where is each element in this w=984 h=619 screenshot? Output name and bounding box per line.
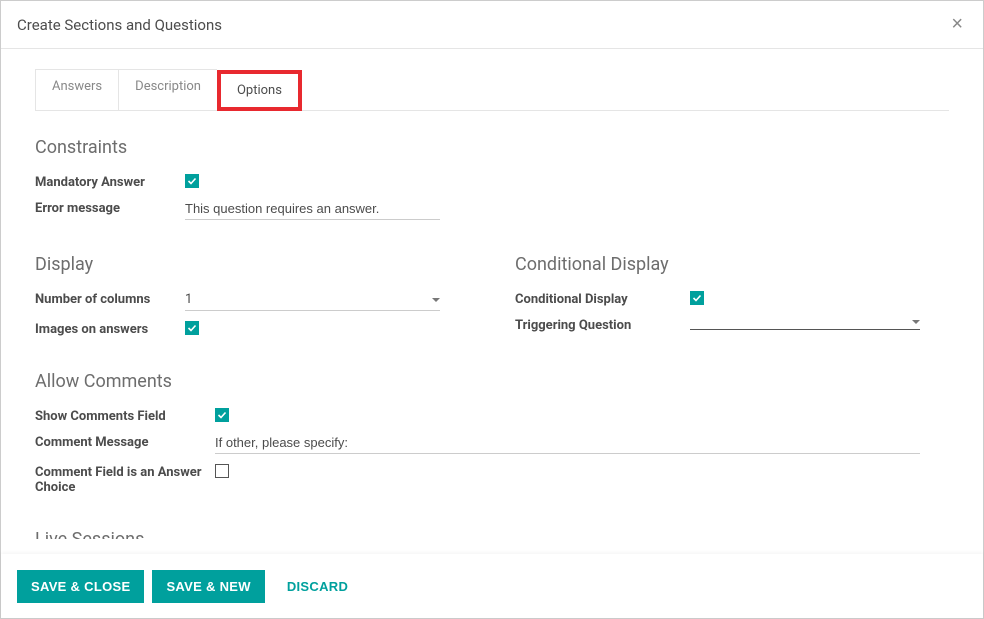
check-icon — [187, 176, 197, 186]
row-mandatory: Mandatory Answer — [35, 172, 949, 190]
select-columns-value: 1 — [185, 292, 192, 307]
control-error-message — [185, 198, 949, 220]
section-conditional-title: Conditional Display — [515, 254, 949, 275]
control-answer-choice — [215, 462, 949, 480]
row-error-message: Error message — [35, 198, 949, 220]
label-trigger: Triggering Question — [515, 315, 690, 333]
save-close-button[interactable]: SAVE & CLOSE — [17, 570, 144, 603]
select-trigger[interactable] — [690, 315, 920, 330]
checkbox-cond-display[interactable] — [690, 291, 704, 305]
col-display: Display Number of columns 1 Images on an… — [35, 228, 475, 345]
row-images: Images on answers — [35, 319, 475, 337]
row-trigger: Triggering Question — [515, 315, 949, 333]
row-answer-choice: Comment Field is an Answer Choice — [35, 462, 949, 495]
label-mandatory: Mandatory Answer — [35, 172, 185, 190]
section-constraints-title: Constraints — [35, 137, 949, 158]
row-columns: Number of columns 1 — [35, 289, 475, 311]
control-comment-message — [215, 432, 949, 454]
col-conditional: Conditional Display Conditional Display … — [515, 228, 949, 345]
control-columns: 1 — [185, 289, 475, 311]
discard-button[interactable]: DISCARD — [273, 570, 362, 603]
section-comments-title: Allow Comments — [35, 371, 949, 392]
tab-description[interactable]: Description — [118, 69, 217, 110]
checkbox-show-comments[interactable] — [215, 408, 229, 422]
modal-title: Create Sections and Questions — [17, 16, 222, 34]
tab-bar: Answers Description Options — [35, 69, 949, 111]
select-columns[interactable]: 1 — [185, 289, 440, 311]
row-cond-display: Conditional Display — [515, 289, 949, 307]
section-live-sessions-title: Live Sessions — [35, 529, 949, 539]
tab-answers[interactable]: Answers — [35, 69, 118, 110]
check-icon — [692, 293, 702, 303]
control-images — [185, 319, 475, 335]
row-comment-message: Comment Message — [35, 432, 949, 454]
modal-body-scroll[interactable]: Answers Description Options Constraints … — [1, 49, 983, 554]
control-show-comments — [215, 406, 949, 422]
tab-options[interactable]: Options — [217, 70, 302, 111]
modal-header: Create Sections and Questions × — [1, 1, 983, 49]
chevron-down-icon — [912, 320, 920, 324]
modal-footer: SAVE & CLOSE SAVE & NEW DISCARD — [1, 554, 983, 618]
input-error-message[interactable] — [185, 198, 440, 220]
close-button[interactable]: × — [947, 13, 967, 36]
chevron-down-icon — [432, 298, 440, 302]
label-cond-display: Conditional Display — [515, 289, 690, 307]
input-comment-message[interactable] — [215, 432, 920, 454]
checkbox-images[interactable] — [185, 321, 199, 335]
control-mandatory — [185, 172, 949, 188]
label-error-message: Error message — [35, 198, 185, 216]
checkbox-answer-choice[interactable] — [215, 464, 229, 478]
two-col-display: Display Number of columns 1 Images on an… — [35, 228, 949, 345]
control-cond-display — [690, 289, 949, 305]
checkbox-mandatory[interactable] — [185, 174, 199, 188]
section-display-title: Display — [35, 254, 475, 275]
check-icon — [187, 323, 197, 333]
label-images: Images on answers — [35, 319, 185, 337]
label-comment-message: Comment Message — [35, 432, 215, 450]
modal-body: Answers Description Options Constraints … — [1, 49, 983, 539]
label-show-comments: Show Comments Field — [35, 406, 215, 424]
check-icon — [217, 410, 227, 420]
label-answer-choice: Comment Field is an Answer Choice — [35, 462, 215, 495]
row-show-comments: Show Comments Field — [35, 406, 949, 424]
save-new-button[interactable]: SAVE & NEW — [152, 570, 264, 603]
control-trigger — [690, 315, 949, 330]
label-columns: Number of columns — [35, 289, 185, 307]
